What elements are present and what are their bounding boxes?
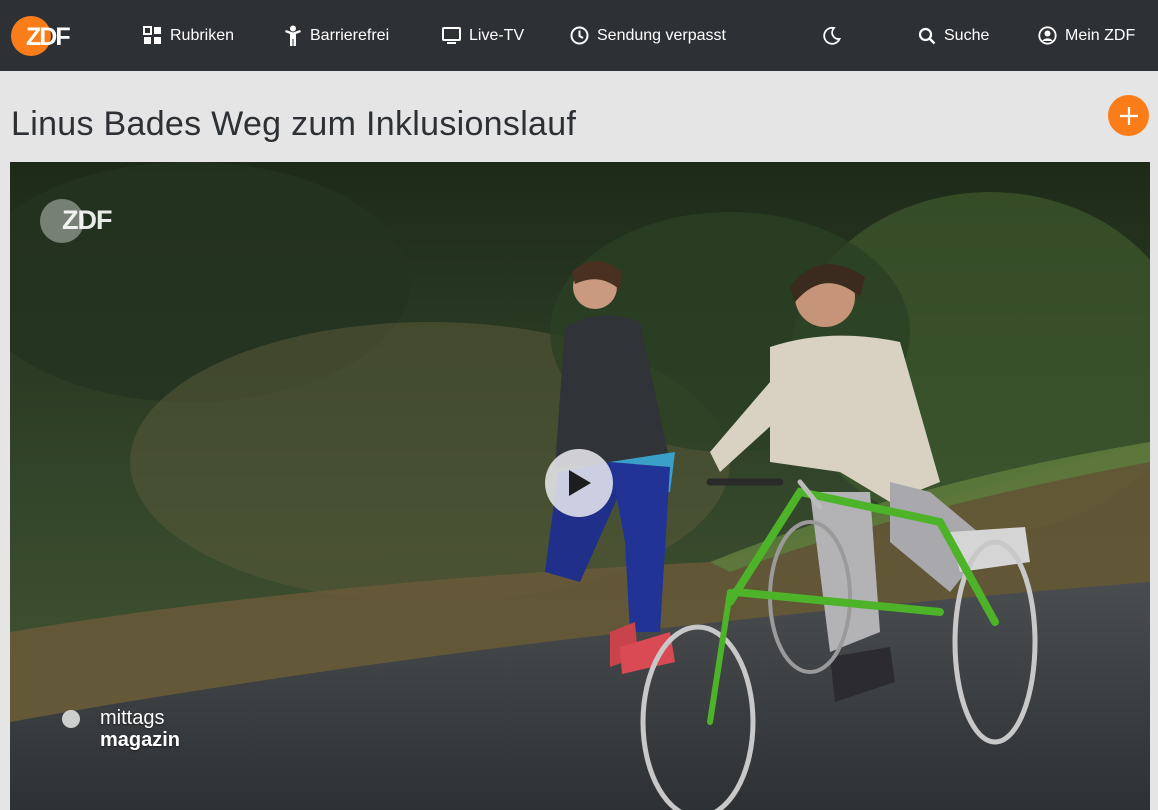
page-title: Linus Bades Weg zum Inklusionslauf [11,105,577,143]
nav-mein-zdf-label: Mein ZDF [1065,26,1136,44]
nav-barrierefrei-label: Barrierefrei [310,26,390,44]
nav-sendung-verpasst-label: Sendung verpasst [597,26,726,44]
nav-mein-zdf[interactable]: Mein ZDF [1038,0,1135,71]
zdf-logo[interactable]: ZDF [10,15,80,57]
show-logo: mittags magazin [62,707,180,751]
nav-live-tv[interactable]: Live-TV [442,0,524,71]
top-navigation-bar: ZDF Rubriken Barrierefrei Live-TV Sendun… [0,0,1158,71]
moon-icon [823,26,841,45]
show-logo-line2: magazin [100,729,181,751]
plus-icon [1119,106,1138,125]
nav-rubriken-label: Rubriken [170,26,235,44]
add-to-list-button[interactable] [1108,95,1149,136]
search-icon [918,27,936,44]
nav-rubriken[interactable]: Rubriken [143,0,234,71]
clock-icon [570,26,589,45]
tv-icon [442,26,461,44]
nav-suche-label: Suche [944,26,990,44]
nav-sendung-verpasst[interactable]: Sendung verpasst [570,0,726,71]
show-logo-line1: mittags [100,707,165,729]
dark-mode-toggle[interactable] [822,0,841,71]
watermark-text: ZDF [62,205,112,235]
user-icon [1038,26,1057,45]
video-player[interactable]: ZDF mittags magazin [10,162,1150,810]
nav-suche[interactable]: Suche [918,0,989,71]
grid-icon [143,26,161,44]
nav-live-tv-label: Live-TV [469,26,525,44]
logo-text: ZDF [26,23,70,51]
play-button[interactable] [545,449,613,517]
zdf-watermark: ZDF [40,199,112,243]
play-icon [569,470,591,496]
accessibility-icon [285,25,301,46]
show-logo-mark [62,710,80,728]
nav-barrierefrei[interactable]: Barrierefrei [284,0,389,71]
